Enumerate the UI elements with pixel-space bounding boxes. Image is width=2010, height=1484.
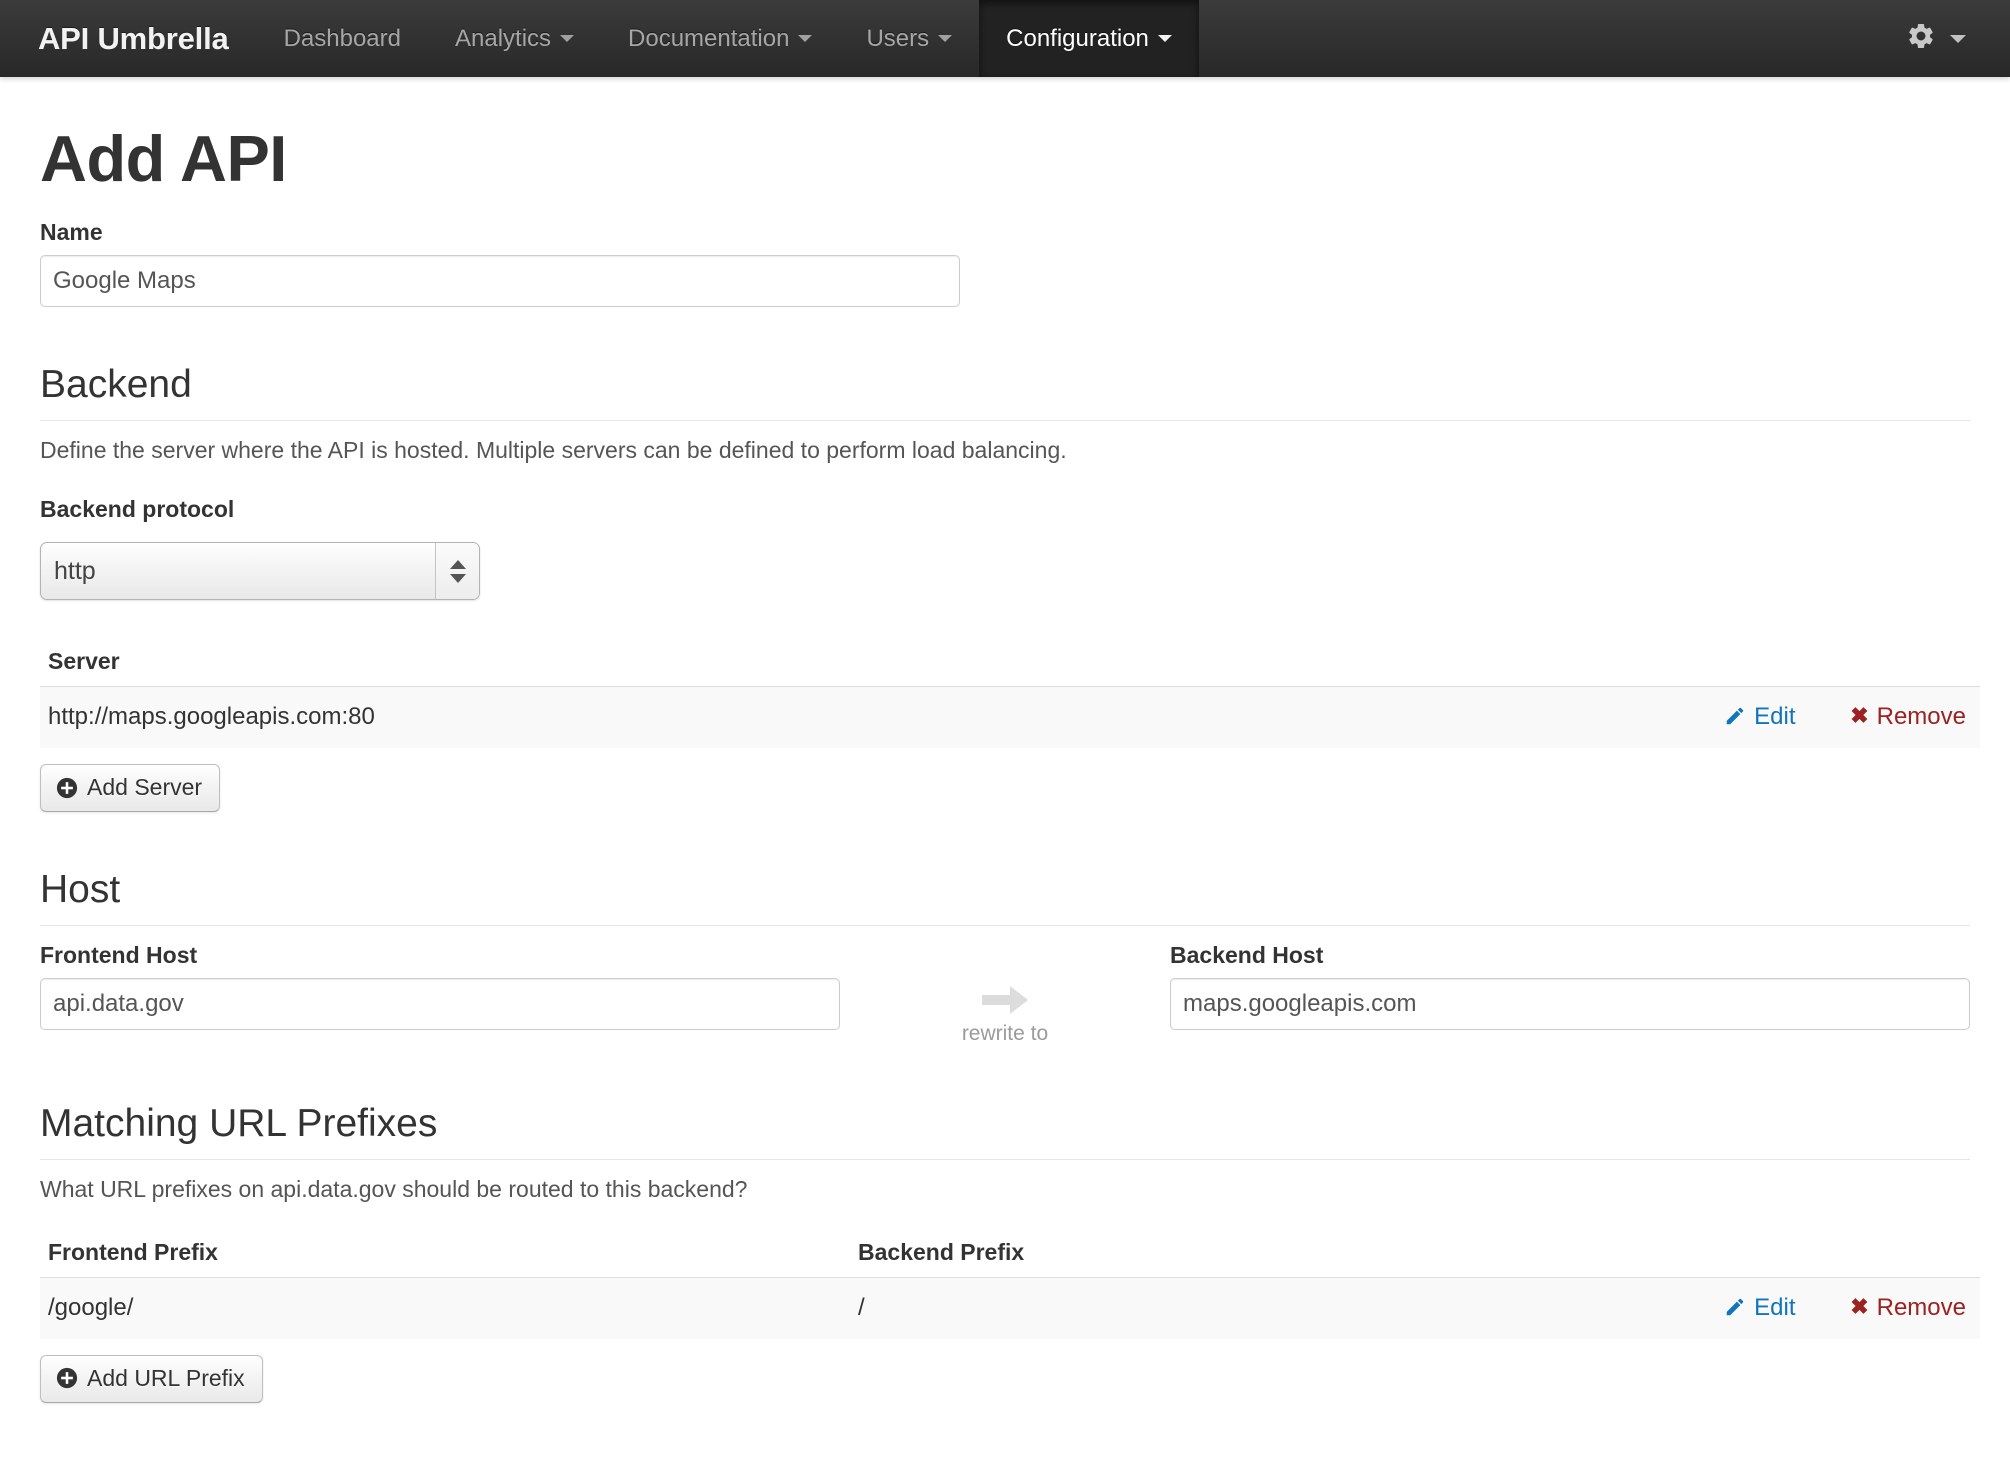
server-table: http://maps.googleapis.com:80 Edit ✖ Remo… [40,686,1980,749]
nav-list-item: Analytics [428,0,601,77]
nav-item-configuration[interactable]: Configuration [979,0,1199,77]
nav-item-label: Configuration [1006,24,1149,52]
nav-item-dashboard[interactable]: Dashboard [257,0,428,77]
backend-host-label: Backend Host [1170,941,1324,968]
nav-item-documentation[interactable]: Documentation [601,0,839,77]
url-prefixes-table-body: /google/ / Edit ✖ Remove [40,1276,1980,1339]
remove-prefix-link[interactable]: ✖ Remove [1850,1294,1966,1321]
frontend-host-label: Frontend Host [40,941,198,968]
url-prefixes-heading: Matching URL Prefixes [40,1100,1970,1160]
url-prefixes-table: Frontend Prefix Backend Prefix /google/ … [40,1239,1980,1339]
name-field-label: Name [40,219,103,246]
nav-item-users[interactable]: Users [839,0,979,77]
rewrite-indicator: rewrite to [840,942,1170,1046]
chevron-down-icon [1157,35,1172,42]
backend-host-input[interactable] [1170,977,1970,1030]
pencil-icon [1724,1296,1746,1318]
url-prefixes-description: What URL prefixes on api.data.gov should… [40,1175,748,1202]
frontend-prefix-cell: /google/ [40,1276,850,1339]
page-title: Add API [40,122,287,195]
settings-menu-button[interactable] [1906,21,1966,56]
nav-item-label: Analytics [454,24,552,52]
close-icon: ✖ [1850,1293,1869,1319]
nav-list-item: Configuration [979,0,1199,77]
chevron-down-icon [1950,34,1966,43]
add-url-prefix-button[interactable]: Add URL Prefix [40,1354,263,1403]
frontend-host-input[interactable] [40,977,840,1030]
backend-protocol-label: Backend protocol [40,496,235,523]
primary-nav: Dashboard Analytics Documentation Users … [257,0,1199,77]
backend-protocol-select[interactable]: http [40,542,480,601]
backend-heading: Backend [40,361,1970,421]
table-header-row: Frontend Prefix Backend Prefix [40,1239,1980,1278]
host-section: Host Frontend Host rewrite to Backend Ho… [40,866,1970,1046]
server-url-cell: http://maps.googleapis.com:80 [40,686,1550,749]
name-input[interactable] [40,255,960,308]
chevron-down-icon [560,35,575,42]
column-header-backend-prefix: Backend Prefix [858,1238,1025,1265]
rewrite-to-label: rewrite to [961,1021,1049,1045]
name-field-group: Name [40,219,1970,308]
edit-prefix-link[interactable]: Edit [1724,1294,1802,1321]
plus-circle-icon [56,777,78,799]
gear-icon [1906,21,1936,56]
nav-item-label: Dashboard [283,24,401,52]
column-header-frontend-prefix: Frontend Prefix [48,1238,218,1265]
url-prefixes-section: Matching URL Prefixes What URL prefixes … [40,1100,1980,1403]
nav-list-item: Users [839,0,979,77]
table-row: http://maps.googleapis.com:80 Edit ✖ Remo… [40,686,1980,749]
frontend-host-group: Frontend Host [40,942,840,1030]
nav-item-label: Documentation [628,24,790,52]
table-row: /google/ / Edit ✖ Remove [40,1276,1980,1339]
top-navbar: API Umbrella Dashboard Analytics Documen… [0,0,2010,77]
backend-protocol-select-wrapper: http [40,542,480,601]
server-table-label: Server [48,648,120,675]
host-heading: Host [40,866,1970,926]
add-server-button[interactable]: Add Server [40,764,221,813]
edit-server-link[interactable]: Edit [1724,703,1802,730]
page-container: Add API Name Backend Define the server w… [0,122,2010,1403]
arrow-right-icon [978,980,1032,1020]
backend-host-group: Backend Host [1170,942,1970,1030]
host-fields-row: Frontend Host rewrite to Backend Host [40,942,1970,1046]
prefix-row-actions: Edit ✖ Remove [1550,1276,1980,1339]
nav-list-item: Documentation [601,0,839,77]
nav-item-analytics[interactable]: Analytics [428,0,601,77]
navbar-right-section [1906,0,2010,77]
backend-prefix-cell: / [850,1276,1550,1339]
chevron-down-icon [798,35,813,42]
column-header-actions [1550,1239,1980,1278]
remove-label: Remove [1876,1293,1966,1321]
backend-description: Define the server where the API is hoste… [40,437,1067,463]
server-row-actions: Edit ✖ Remove [1550,686,1980,749]
backend-section: Backend Define the server where the API … [40,361,1980,813]
nav-item-label: Users [866,24,930,52]
brand-logo[interactable]: API Umbrella [0,0,257,77]
pencil-icon [1724,705,1746,727]
add-server-label: Add Server [87,774,203,801]
edit-label: Edit [1754,1293,1796,1321]
remove-label: Remove [1876,703,1966,731]
url-prefixes-table-head: Frontend Prefix Backend Prefix [40,1239,1980,1278]
add-url-prefix-label: Add URL Prefix [87,1364,245,1391]
remove-server-link[interactable]: ✖ Remove [1850,703,1966,730]
plus-circle-icon [56,1367,78,1389]
close-icon: ✖ [1850,703,1869,729]
edit-label: Edit [1754,703,1796,731]
nav-list-item: Dashboard [257,0,428,77]
chevron-down-icon [938,35,953,42]
